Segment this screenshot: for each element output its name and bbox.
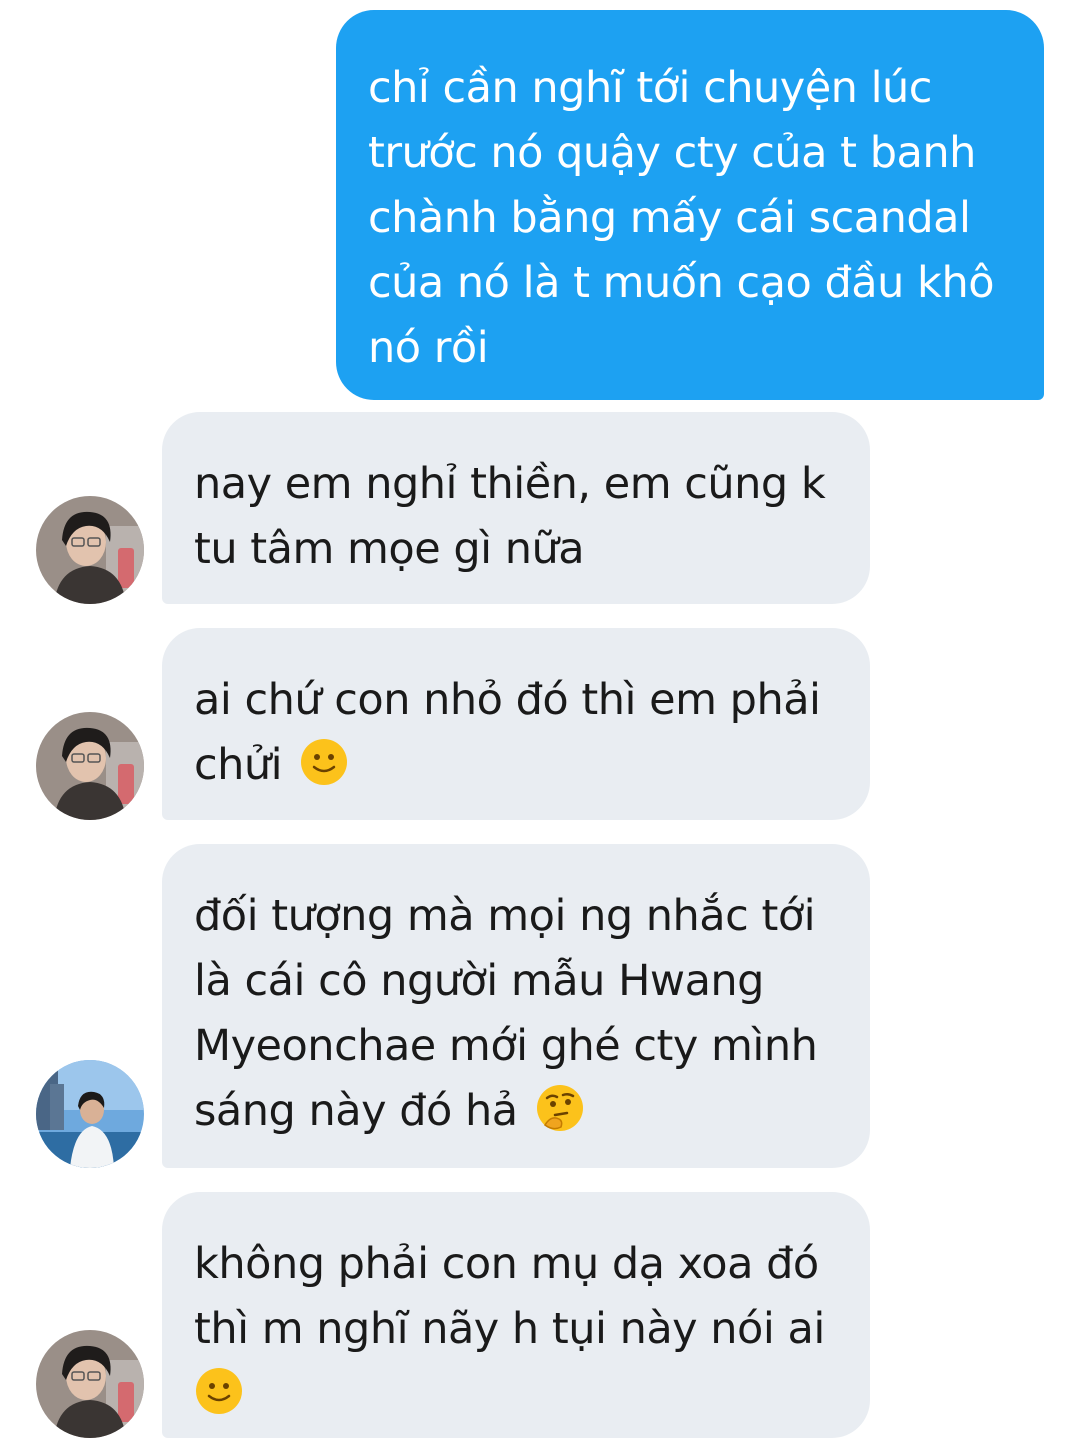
thinking-face-emoji (536, 1085, 583, 1131)
message-text: ai chứ con nhỏ đó thì em phải chửi (194, 675, 821, 790)
message-text: không phải con mụ dạ xoa đó thì m nghĩ n… (194, 1239, 825, 1354)
avatar[interactable] (36, 496, 144, 604)
received-message-bubble[interactable]: ai chứ con nhỏ đó thì em phải chửi (162, 628, 870, 820)
message-text: đối tượng mà mọi ng nhắc tới là cái cô n… (194, 891, 818, 1136)
message-text: nay em nghỉ thiền, em cũng k tu tâm mọe … (194, 459, 826, 574)
avatar[interactable] (36, 1330, 144, 1438)
slightly-smiling-face-emoji (301, 739, 348, 785)
avatar[interactable] (36, 712, 144, 820)
received-message-bubble[interactable]: không phải con mụ dạ xoa đó thì m nghĩ n… (162, 1192, 870, 1438)
received-message-bubble[interactable]: nay em nghỉ thiền, em cũng k tu tâm mọe … (162, 412, 870, 604)
sent-message-bubble[interactable]: chỉ cần nghĩ tới chuyện lúc trước nó quậ… (336, 10, 1044, 400)
avatar[interactable] (36, 1060, 144, 1168)
slightly-smiling-face-emoji (196, 1368, 242, 1414)
message-text: chỉ cần nghĩ tới chuyện lúc trước nó quậ… (368, 63, 995, 373)
received-message-bubble[interactable]: đối tượng mà mọi ng nhắc tới là cái cô n… (162, 844, 870, 1168)
